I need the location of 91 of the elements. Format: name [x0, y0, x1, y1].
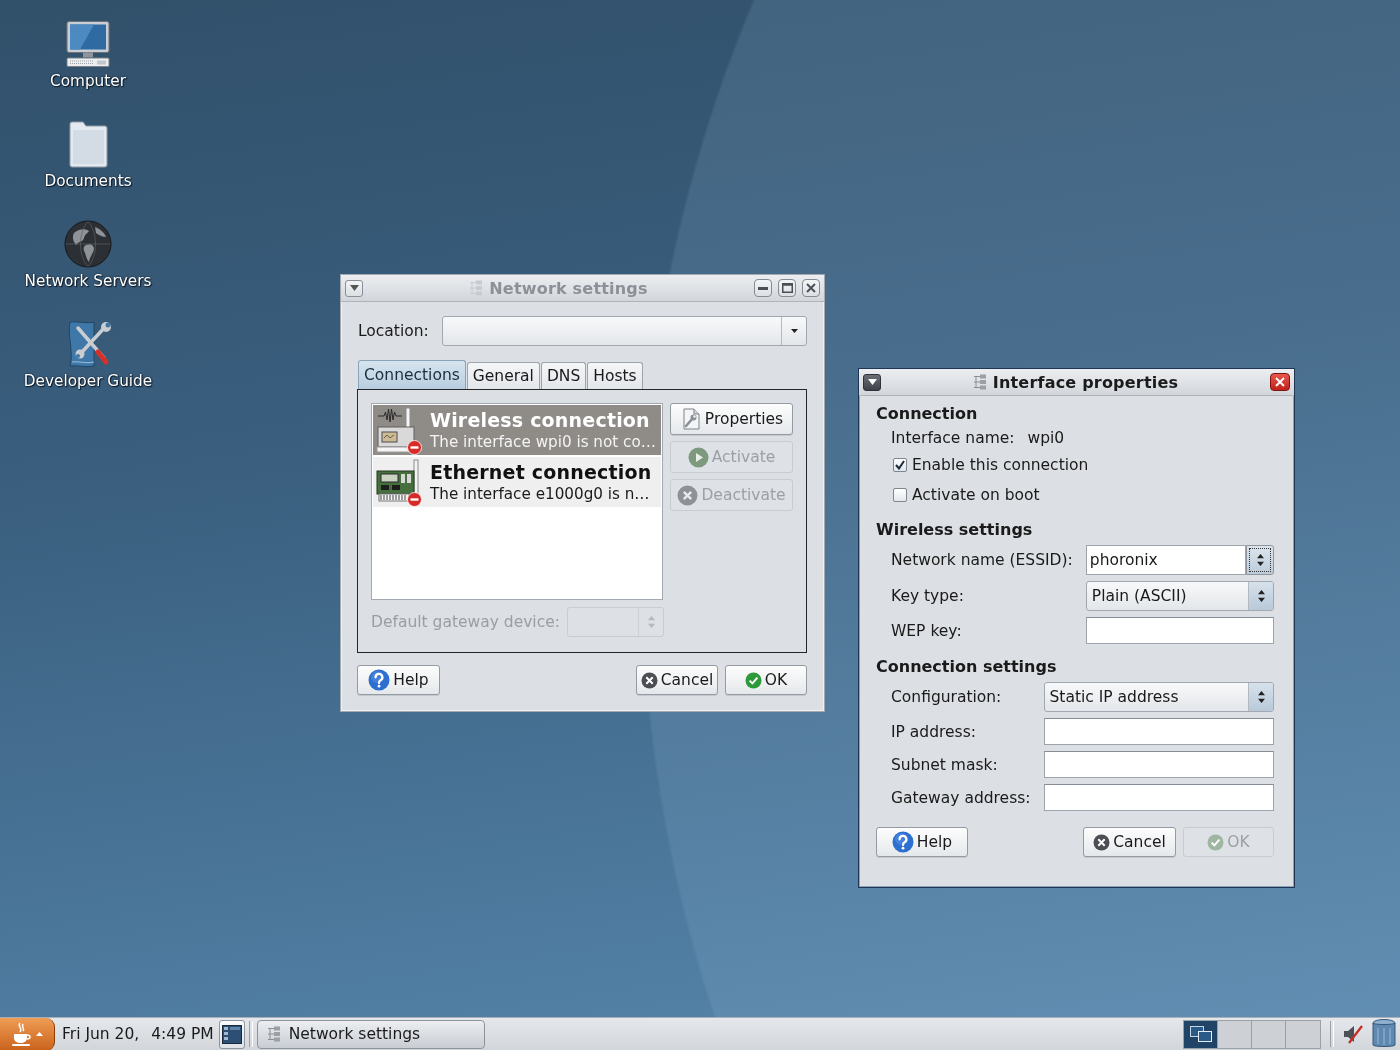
play-icon — [687, 446, 709, 468]
checkbox[interactable] — [893, 488, 907, 502]
spin-arrows-icon — [1256, 554, 1264, 566]
cancel-button[interactable]: Cancel — [636, 665, 718, 695]
network-card-icon — [376, 459, 420, 505]
checkbox-label[interactable]: Activate on boot — [912, 486, 1040, 504]
hierarchy-icon — [266, 1026, 281, 1042]
checkmark-icon — [895, 460, 905, 470]
tab[interactable]: Connections — [358, 360, 466, 389]
minimize-button[interactable] — [754, 279, 772, 297]
clock-time: 4:49 PM — [151, 1025, 214, 1043]
start-menu-button[interactable] — [0, 1017, 55, 1050]
tab[interactable]: DNS — [540, 362, 587, 389]
dropdown-arrow-icon — [790, 329, 798, 333]
help-button[interactable]: Help — [357, 665, 440, 695]
maximize-icon — [781, 283, 793, 293]
help-button[interactable]: Help — [876, 827, 968, 857]
show-desktop-button[interactable] — [218, 1019, 245, 1049]
hierarchy-icon — [469, 280, 484, 296]
tab[interactable]: General — [466, 362, 540, 389]
connection-name: Ethernet connection — [430, 460, 652, 484]
field-label: Gateway address: — [891, 788, 1031, 807]
desktop-icon — [221, 1024, 242, 1044]
spin-arrows-icon — [1257, 691, 1265, 703]
input-field[interactable] — [1043, 751, 1274, 778]
coffee-cup-icon — [11, 1022, 32, 1046]
dropdown[interactable]: Plain (ASCII) — [1085, 581, 1274, 611]
desktop-icon-label[interactable]: Documents — [44, 172, 132, 191]
close-icon — [806, 283, 816, 293]
task-button[interactable]: Network settings — [256, 1019, 485, 1049]
desktop-icon-label[interactable]: Computer — [49, 72, 126, 91]
hierarchy-icon — [972, 374, 987, 390]
field-label: WEP key: — [891, 621, 963, 640]
connection-description: The interface e1000g0 is n… — [430, 483, 651, 504]
input-field[interactable] — [1085, 617, 1274, 644]
minimize-icon — [758, 286, 768, 290]
clock-date: Fri Jun 20, — [62, 1025, 140, 1043]
caret-icon — [35, 1032, 43, 1036]
trash-icon[interactable] — [1372, 1019, 1396, 1049]
globe-icon[interactable] — [64, 220, 112, 268]
help-icon — [368, 669, 391, 691]
field-label: Subnet mask: — [891, 755, 999, 774]
cancel-icon — [1093, 833, 1111, 851]
window-title: Network settings — [489, 278, 648, 298]
maximize-button[interactable] — [778, 279, 796, 297]
cancel-icon — [640, 671, 658, 689]
caret-icon — [349, 285, 359, 291]
close-icon — [1275, 377, 1285, 387]
field-label: Location: — [358, 322, 429, 340]
input-field[interactable] — [1043, 718, 1274, 745]
caret-icon — [867, 379, 877, 385]
window-menu-button[interactable] — [345, 279, 363, 297]
ok-button[interactable]: OK — [725, 665, 807, 695]
dropdown[interactable]: Static IP address — [1043, 682, 1274, 712]
spin-arrows-icon — [1257, 590, 1265, 602]
checkmark-icon — [744, 671, 762, 689]
checkbox-label[interactable]: Enable this connection — [912, 456, 1089, 474]
spin-arrows-icon — [647, 616, 655, 628]
window-thumbnail-icon — [1189, 1026, 1212, 1042]
connection-name: Wireless connection — [430, 408, 651, 432]
dropdown-button[interactable] — [1246, 545, 1274, 575]
desktop-icon-label[interactable]: Network Servers — [24, 272, 152, 291]
checkbox[interactable] — [893, 458, 907, 472]
desktop-icon-label[interactable]: Developer Guide — [23, 372, 153, 391]
window-title: Interface properties — [992, 372, 1179, 392]
muted-speaker-icon[interactable] — [1342, 1023, 1364, 1045]
connection-row[interactable]: Ethernet connection The interface e1000g0 is n… — [373, 457, 661, 507]
field-label: Key type: — [891, 587, 965, 605]
field-label: Default gateway device: — [371, 613, 560, 631]
connection-description: The interface wpi0 is not co… — [430, 431, 656, 452]
computer-icon[interactable] — [64, 20, 112, 68]
field-label: Network name (ESSID): — [891, 551, 1073, 569]
section-heading: Connection — [876, 403, 979, 425]
section-heading: Connection settings — [876, 656, 1058, 678]
workspace-button[interactable] — [1184, 1020, 1218, 1048]
field-label: Interface name: — [891, 429, 1015, 447]
close-button[interactable] — [1270, 373, 1290, 391]
input-field[interactable]: phoronix — [1085, 545, 1246, 575]
input-field[interactable] — [1043, 784, 1274, 811]
field-label: Configuration: — [891, 688, 1003, 706]
field-value: wpi0 — [1027, 429, 1066, 447]
properties-button[interactable]: Properties — [670, 403, 793, 435]
help-icon — [891, 831, 914, 853]
cancel-button[interactable]: Cancel — [1083, 827, 1176, 857]
tab[interactable]: Hosts — [587, 362, 643, 389]
section-heading: Wireless settings — [876, 519, 1034, 541]
close-button[interactable] — [802, 279, 820, 297]
window-menu-button[interactable] — [863, 373, 881, 391]
field-label: IP address: — [891, 722, 977, 741]
x-circle-icon — [677, 484, 699, 506]
checkmark-icon — [1207, 833, 1225, 851]
